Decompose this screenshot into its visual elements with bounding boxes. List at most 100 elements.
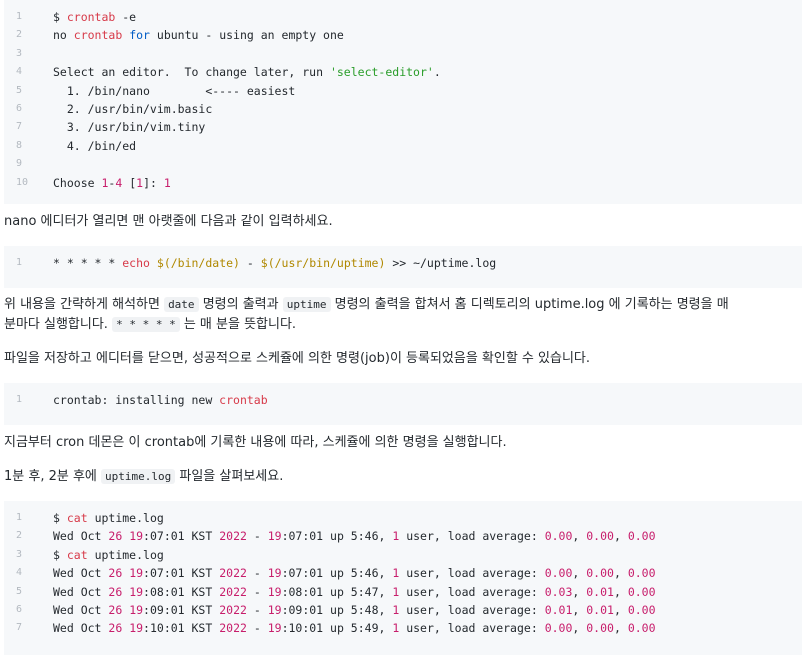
code-token: -	[239, 256, 261, 270]
code-token: 0.00	[586, 621, 614, 636]
line-number: 1	[16, 394, 23, 405]
code-token: ,	[572, 529, 587, 544]
code-token: ,	[613, 529, 628, 544]
code-line: 7 3. /usr/bin/vim.tiny	[4, 118, 802, 136]
code-line: 2 no crontab for ubuntu - using an empty …	[4, 26, 802, 44]
code-token: $	[53, 511, 67, 525]
code-token: ,	[613, 584, 628, 599]
code-token: $(/bin/date)	[156, 256, 240, 270]
code-token: cat	[66, 547, 88, 562]
line-number: 3	[16, 548, 23, 560]
check-log-paragraph: 1분 후, 2분 후에 uptime.log 파일을 살펴보세요.	[4, 467, 800, 487]
code-token: ubuntu - using an empty one	[149, 28, 344, 43]
code-line: 4 Select an editor. To change later, run …	[4, 63, 802, 81]
explanation-text: 분마다 실행합니다.	[4, 317, 108, 332]
code-token: Wed Oct	[53, 529, 109, 544]
code-token: 19	[129, 621, 144, 636]
code-token: :07:01 up 5:46,	[281, 529, 393, 544]
code-token: ,	[572, 566, 587, 581]
code-token: ,	[572, 584, 587, 599]
code-token: Wed Oct	[53, 584, 109, 599]
code-text: $ cat uptime.log	[53, 546, 164, 564]
code-text: 3. /usr/bin/vim.tiny	[53, 118, 205, 136]
code-token: 0.01	[586, 603, 614, 617]
code-line: 3	[4, 45, 802, 63]
code-block-crontab-entry: 1 * * * * * echo $(/bin/date) - $(/usr/bi…	[4, 246, 802, 288]
code-text: 1. /bin/nano <---- easiest	[53, 82, 295, 100]
line-number: 2	[16, 530, 23, 542]
code-text: $ cat uptime.log	[53, 509, 164, 527]
code-token: 1. /bin/nano <---- easiest	[53, 83, 296, 98]
code-token: 0.00	[586, 529, 614, 544]
code-token: crontab	[219, 393, 268, 407]
code-token: crontab: installing new	[53, 393, 220, 407]
code-token: 19	[267, 584, 282, 599]
code-token: :10:01 KST	[143, 621, 220, 636]
explanation-text: 는 매 분을 뜻합니다.	[183, 317, 297, 332]
code-token: 1	[163, 175, 171, 190]
code-line: 6 Wed Oct 26 19:09:01 KST 2022 - 19:09:01…	[4, 601, 802, 619]
code-line: 7 Wed Oct 26 19:10:01 KST 2022 - 19:10:01…	[4, 619, 802, 637]
code-token: uptime.log	[87, 547, 164, 562]
code-token: 0.00	[544, 566, 573, 581]
code-token: >> ~/uptime.log	[385, 256, 497, 270]
code-text: 4. /bin/ed	[53, 137, 136, 155]
code-line: 6 2. /usr/bin/vim.basic	[4, 100, 802, 118]
code-token: 26	[108, 603, 123, 617]
code-token: crontab	[73, 28, 123, 43]
code-text: 2. /usr/bin/vim.basic	[53, 100, 212, 118]
code-token: :08:01 up 5:47,	[281, 584, 393, 599]
code-token: :07:01 KST	[143, 566, 220, 581]
check-log-text: 파일을 살펴보세요.	[179, 469, 284, 484]
code-token: 0.00	[627, 621, 656, 636]
code-token: 26	[108, 584, 123, 599]
code-token: -	[246, 603, 268, 617]
explanation-text: 위 내용을 간략하게 해석하면	[4, 297, 160, 312]
code-line: 1 $ crontab -e	[4, 8, 802, 26]
code-token: Wed Oct	[53, 566, 109, 581]
code-token: no	[53, 28, 74, 43]
code-token: echo	[122, 256, 150, 270]
line-number: 7	[16, 622, 23, 634]
code-token: 19	[129, 603, 144, 617]
code-token: 4. /bin/ed	[53, 138, 137, 153]
inline-code-uptime-log: uptime.log	[101, 469, 176, 484]
code-token: 19	[267, 621, 282, 636]
code-token: 2022	[219, 584, 247, 599]
code-token: .	[433, 65, 441, 80]
code-token: user, load average:	[399, 603, 545, 617]
code-block-crontab-e: 1 $ crontab -e 2 no crontab for ubuntu - us…	[4, 0, 802, 204]
inline-code-schedule: * * * * *	[112, 317, 180, 332]
code-text: crontab: installing new crontab	[53, 391, 268, 409]
code-line: 9	[4, 155, 802, 173]
code-token: $	[53, 10, 67, 24]
code-line: 1 $ cat uptime.log	[4, 509, 802, 527]
code-text: Wed Oct 26 19:10:01 KST 2022 - 19:10:01 …	[53, 619, 656, 637]
code-token: user, load average:	[399, 621, 545, 636]
code-text: Choose 1-4 [1]: 1	[53, 174, 171, 192]
code-token: -	[246, 529, 268, 544]
code-token: 19	[267, 566, 282, 581]
code-line: 8 4. /bin/ed	[4, 137, 802, 155]
code-token: ,	[613, 603, 628, 617]
code-token: :07:01 KST	[143, 529, 220, 544]
code-token: -e	[115, 10, 137, 24]
code-token: [	[122, 175, 137, 190]
line-number: 8	[16, 139, 23, 151]
code-line: 5 1. /bin/nano <---- easiest	[4, 82, 802, 100]
code-text: * * * * * echo $(/bin/date) - $(/usr/bin…	[53, 254, 496, 272]
line-number: 6	[16, 103, 23, 114]
code-token: ,	[613, 566, 628, 581]
code-token: -	[246, 621, 268, 636]
code-token: 19	[267, 603, 282, 617]
code-token: 3. /usr/bin/vim.tiny	[53, 120, 206, 135]
code-token: 0.00	[544, 529, 573, 544]
code-token: Wed Oct	[53, 621, 109, 636]
code-token: 26	[108, 529, 123, 544]
line-number: 3	[16, 47, 23, 59]
code-token: 2022	[219, 529, 247, 544]
check-log-text: 1분 후, 2분 후에	[4, 469, 97, 484]
code-text: Wed Oct 26 19:09:01 KST 2022 - 19:09:01 …	[53, 601, 656, 619]
code-line: 2 Wed Oct 26 19:07:01 KST 2022 - 19:07:01…	[4, 527, 802, 545]
